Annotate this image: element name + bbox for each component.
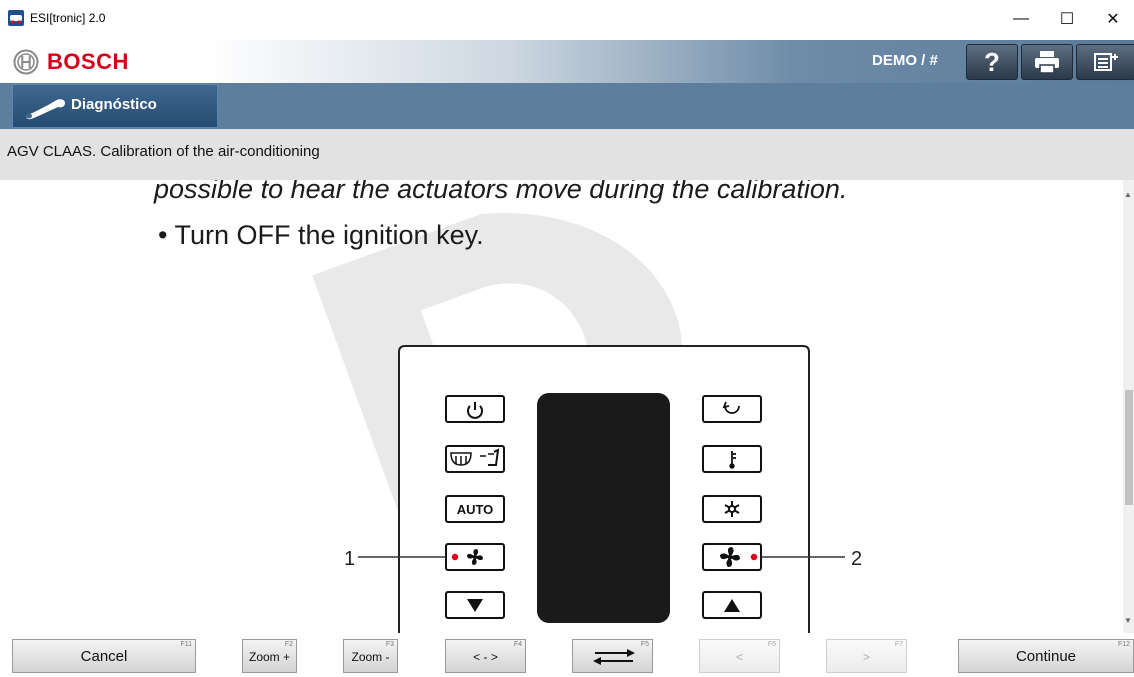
tab-label: Diagnóstico — [71, 96, 157, 113]
breadcrumb: AGV CLAAS. Calibration of the air-condit… — [0, 129, 1134, 180]
scrollbar-thumb[interactable] — [1125, 390, 1133, 505]
fkey-f3: F3 — [385, 641, 394, 648]
nav-bar: Diagnóstico — [0, 83, 1134, 129]
control-panel-diagram: AUTO 1 2 — [344, 345, 862, 633]
fkey-f5: F5 — [640, 641, 649, 648]
callout-1: 1 — [344, 548, 355, 570]
wrench-icon — [26, 99, 65, 120]
previous-button[interactable]: < F6 — [699, 639, 780, 673]
minimize-icon: — — [1013, 10, 1029, 27]
zoom-out-label: Zoom - — [351, 650, 390, 664]
help-icon: ? — [984, 46, 1000, 77]
maximize-icon: ☐ — [1059, 11, 1075, 28]
scroll-up-icon[interactable]: ▲ — [1124, 190, 1132, 199]
cancel-label: Cancel — [80, 648, 128, 665]
continue-label: Continue — [1015, 648, 1077, 665]
fit-width-button[interactable]: < - > F4 — [445, 639, 526, 673]
auto-label: AUTO — [457, 502, 494, 517]
minimize-button[interactable]: — — [998, 4, 1044, 34]
fkey-f4: F4 — [513, 641, 522, 648]
export-button[interactable] — [1076, 44, 1134, 80]
bosch-logo-icon — [13, 49, 39, 75]
title-bar: ESI[tronic] 2.0 — ☐ ✕ — [0, 0, 1134, 40]
continue-button[interactable]: Continue F12 — [958, 639, 1134, 673]
next-label: > — [862, 650, 870, 664]
fkey-f6: F6 — [767, 641, 776, 648]
bottom-toolbar: Cancel F11 Zoom + F2 Zoom - F3 < - > F4 … — [0, 633, 1134, 677]
previous-label: < — [735, 650, 743, 664]
zoom-in-button[interactable]: Zoom + F2 — [242, 639, 297, 673]
print-button[interactable] — [1021, 44, 1073, 80]
close-button[interactable]: ✕ — [1090, 4, 1134, 34]
breadcrumb-text: AGV CLAAS. Calibration of the air-condit… — [7, 143, 320, 160]
fkey-f11: F11 — [180, 641, 192, 648]
indicator-dot-2 — [750, 553, 758, 561]
maximize-button[interactable]: ☐ — [1044, 4, 1090, 34]
fkey-f12: F12 — [1117, 641, 1130, 648]
zoom-in-label: Zoom + — [248, 650, 290, 664]
indicator-dot-1 — [451, 553, 459, 561]
window-title: ESI[tronic] 2.0 — [30, 11, 106, 25]
callout-2: 2 — [851, 548, 862, 570]
swap-button[interactable]: F5 — [572, 639, 653, 673]
swap-arrows-icon — [593, 649, 635, 665]
fit-width-label: < - > — [473, 650, 498, 664]
fkey-f7: F7 — [894, 641, 903, 648]
document-viewer: possible to hear the actuators move duri… — [0, 180, 1123, 633]
fkey-f2: F2 — [284, 641, 293, 648]
app-icon — [8, 10, 24, 26]
zoom-out-button[interactable]: Zoom - F3 — [343, 639, 398, 673]
vertical-scrollbar[interactable]: ▲ ▼ — [1123, 180, 1134, 633]
close-icon: ✕ — [1106, 11, 1120, 28]
cancel-button[interactable]: Cancel F11 — [12, 639, 196, 673]
export-icon — [1094, 53, 1118, 71]
defrost-button — [445, 445, 505, 473]
brand-name: BOSCH — [47, 49, 129, 74]
scroll-down-icon[interactable]: ▼ — [1124, 616, 1132, 625]
help-button[interactable]: ? — [966, 44, 1018, 80]
print-icon — [1035, 51, 1059, 74]
recirculation-button — [702, 395, 762, 423]
next-button[interactable]: > F7 — [826, 639, 907, 673]
user-label: DEMO / # — [872, 52, 938, 69]
app-header: BOSCH DEMO / # ? — [0, 40, 1134, 83]
tab-diagnostico[interactable]: Diagnóstico — [12, 84, 218, 128]
